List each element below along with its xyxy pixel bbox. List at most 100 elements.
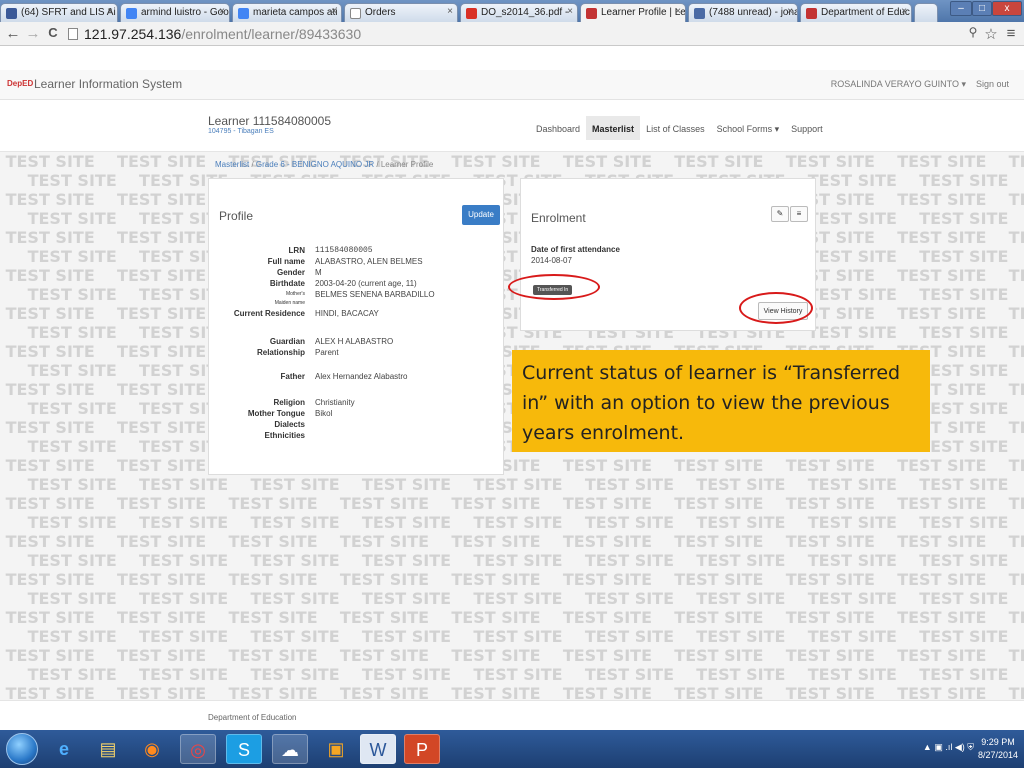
browser-tab[interactable]: Orders × — [344, 3, 458, 22]
breadcrumb-masterlist[interactable]: Masterlist — [215, 160, 249, 169]
footer-text: Department of Education — [208, 713, 297, 722]
breadcrumb-current: Learner Profile — [380, 160, 434, 169]
nav-list-of-classes[interactable]: List of Classes — [640, 122, 711, 140]
browser-tab[interactable]: marieta campos ati × — [232, 3, 342, 22]
gender-label: Gender — [276, 268, 305, 277]
highlight-ellipse — [739, 292, 813, 324]
new-tab-button[interactable] — [914, 3, 938, 22]
watermark-row: TEST SITE TEST SITE TEST SITE TEST SITE … — [27, 247, 1024, 266]
deped-logo[interactable]: DepED — [7, 79, 33, 89]
windows-taskbar: e ▤ ◉ ◎ S ☁ ▣ W P ▲ ▣ .ıl ◀) ⛨ 9:29 PM 8… — [0, 730, 1024, 768]
browser-tab[interactable]: (7488 unread) - jona × — [688, 3, 798, 22]
browser-tab[interactable]: (64) SFRT and LIS Ai × — [0, 3, 118, 22]
skype-icon[interactable]: S — [226, 734, 262, 764]
user-menu[interactable]: ROSALINDA VERAYO GUINTO ▾ — [831, 79, 966, 90]
highlight-ellipse — [508, 274, 600, 300]
watermark-row: TEST SITE TEST SITE TEST SITE TEST SITE … — [27, 475, 1024, 494]
edit-icon[interactable]: ✎ — [771, 206, 789, 222]
forward-button[interactable]: → — [24, 25, 42, 42]
system-tray[interactable]: ▲ ▣ .ıl ◀) ⛨ — [923, 742, 974, 753]
religion-label: Religion — [273, 398, 305, 407]
watermark-row: TEST SITE TEST SITE TEST SITE TEST SITE … — [0, 532, 1024, 551]
nav-school-forms[interactable]: School Forms ▾ — [711, 122, 786, 140]
watermark-row: TEST SITE TEST SITE TEST SITE TEST SITE … — [0, 494, 1024, 513]
firefox-icon[interactable]: ◉ — [134, 734, 170, 764]
page-icon — [68, 28, 78, 40]
profile-heading: Profile — [219, 209, 254, 223]
bookmark-star-icon[interactable]: ☆ — [982, 25, 1000, 43]
watermark-row: TEST SITE TEST SITE TEST SITE TEST SITE … — [0, 608, 1024, 627]
close-tab-icon[interactable]: × — [675, 6, 681, 17]
fullname-value: ALABASTRO, ALEN BELMES — [315, 257, 423, 266]
watermark-row: TEST SITE TEST SITE TEST SITE TEST SITE … — [27, 209, 1024, 228]
taskbar-clock[interactable]: 9:29 PM 8/27/2014 — [978, 736, 1018, 762]
watermark-row: TEST SITE TEST SITE TEST SITE TEST SITE … — [27, 665, 1024, 684]
footer: Department of Education — [0, 700, 1024, 730]
breadcrumb-section[interactable]: Grade 6 - BENIGNO AQUINO JR — [256, 160, 374, 169]
first-attendance-label: Date of first attendance — [531, 245, 620, 254]
media-icon[interactable]: ▣ — [318, 734, 354, 764]
mother-tongue-value: Bikol — [315, 409, 333, 418]
residence-label: Current Residence — [233, 309, 305, 318]
close-tab-icon[interactable]: × — [901, 6, 907, 17]
nav-masterlist[interactable]: Masterlist — [586, 116, 641, 140]
maximize-button[interactable]: □ — [972, 1, 992, 16]
browser-tab[interactable]: DO_s2014_36.pdf - × — [460, 3, 578, 22]
watermark-row: TEST SITE TEST SITE TEST SITE TEST SITE … — [0, 684, 1024, 700]
word-icon[interactable]: W — [360, 734, 396, 764]
browser-tab-active[interactable]: Learner Profile | Lea × — [580, 3, 686, 23]
browser-tab[interactable]: Department of Educ × — [800, 3, 912, 22]
nav-dashboard[interactable]: Dashboard — [530, 122, 586, 140]
url-input[interactable]: 121.97.254.136/enrolment/learner/8943363… — [68, 25, 958, 43]
zoom-icon[interactable]: ⚲ — [964, 25, 982, 39]
mother-tongue-label: Mother Tongue — [247, 409, 305, 418]
relationship-label: Relationship — [256, 348, 305, 357]
chrome-icon[interactable]: ◎ — [180, 734, 216, 764]
update-button[interactable]: Update — [462, 205, 500, 225]
watermark-row: TEST SITE TEST SITE TEST SITE TEST SITE … — [27, 551, 1024, 570]
watermark-row: TEST SITE TEST SITE TEST SITE TEST SITE … — [27, 627, 1024, 646]
birthdate-value: 2003-04-20 (current age, 11) — [315, 279, 417, 288]
reload-button[interactable]: C — [44, 25, 62, 40]
breadcrumb: Masterlist / Grade 6 - BENIGNO AQUINO JR… — [215, 160, 434, 169]
browser-tab[interactable]: armind luistro - Goo × — [120, 3, 230, 22]
dialects-label: Dialects — [274, 420, 305, 429]
religion-value: Christianity — [315, 398, 355, 407]
watermark-row: TEST SITE TEST SITE TEST SITE TEST SITE … — [0, 228, 1024, 247]
profile-panel: Profile Update LRN 111584080005 Full nam… — [208, 178, 504, 475]
fullname-label: Full name — [267, 257, 305, 266]
close-tab-icon[interactable]: × — [787, 6, 793, 17]
mail-icon — [694, 8, 705, 19]
watermark-row: TEST SITE TEST SITE TEST SITE TEST SITE … — [0, 304, 1024, 323]
close-tab-icon[interactable]: × — [447, 6, 453, 17]
nav-support[interactable]: Support — [785, 122, 829, 140]
main-nav: Dashboard Masterlist List of Classes Sch… — [530, 116, 829, 140]
close-tab-icon[interactable]: × — [107, 6, 113, 17]
start-button[interactable] — [6, 733, 38, 765]
app-title[interactable]: Learner Information System — [34, 77, 182, 91]
birthdate-label: Birthdate — [269, 279, 305, 288]
close-tab-icon[interactable]: × — [567, 6, 573, 17]
close-tab-icon[interactable]: × — [219, 6, 225, 17]
watermark-row: TEST SITE TEST SITE TEST SITE TEST SITE … — [0, 646, 1024, 665]
powerpoint-icon[interactable]: P — [404, 734, 440, 764]
school-name: 104795 - Tibagan ES — [208, 128, 274, 135]
watermark-row: TEST SITE TEST SITE TEST SITE TEST SITE … — [27, 323, 1024, 342]
mother-label: Mother's — [285, 291, 305, 297]
watermark-row: TEST SITE TEST SITE TEST SITE TEST SITE … — [27, 513, 1024, 532]
sign-out-link[interactable]: Sign out — [976, 79, 1009, 89]
close-tab-icon[interactable]: × — [331, 6, 337, 17]
list-icon[interactable]: ≡ — [790, 206, 808, 222]
close-window-button[interactable]: x — [992, 1, 1022, 16]
ie-icon[interactable]: e — [46, 734, 82, 764]
father-label: Father — [280, 372, 305, 381]
cloud-icon[interactable]: ☁ — [272, 734, 308, 764]
deped-icon — [586, 8, 597, 19]
google-icon — [238, 8, 249, 19]
browser-menu-icon[interactable]: ≡ — [1002, 25, 1020, 42]
back-button[interactable]: ← — [4, 25, 22, 42]
maiden-name-label: Maiden name — [274, 300, 305, 306]
explorer-icon[interactable]: ▤ — [90, 734, 126, 764]
address-bar: ← → C 121.97.254.136/enrolment/learner/8… — [0, 22, 1024, 46]
minimize-button[interactable]: – — [950, 1, 972, 16]
